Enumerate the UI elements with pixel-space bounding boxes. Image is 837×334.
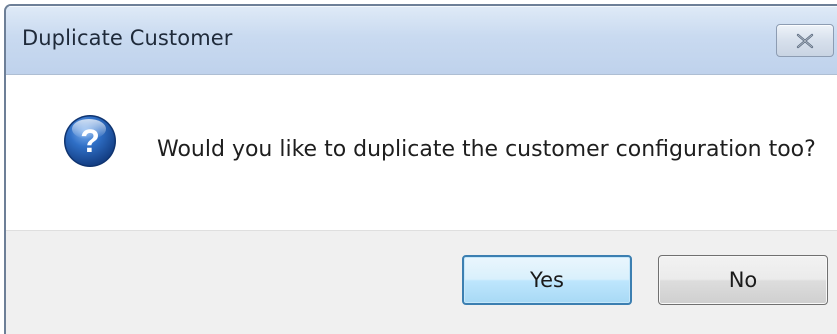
dialog-content: ? Would you like to duplicate the custom… [6,75,837,230]
close-icon [796,33,814,49]
dialog-window: Duplicate Customer ? Would you like to d… [4,4,837,334]
window-title: Duplicate Customer [22,26,233,50]
yes-button[interactable]: Yes [462,255,632,305]
yes-button-label: Yes [530,268,564,292]
no-button[interactable]: No [658,255,828,305]
question-icon: ? [64,115,116,167]
close-button[interactable] [776,24,834,57]
svg-text:?: ? [80,123,100,159]
no-button-label: No [728,268,758,292]
button-area: Yes No [6,230,837,334]
dialog-message: Would you like to duplicate the customer… [157,137,816,162]
title-bar[interactable]: Duplicate Customer [6,6,837,75]
